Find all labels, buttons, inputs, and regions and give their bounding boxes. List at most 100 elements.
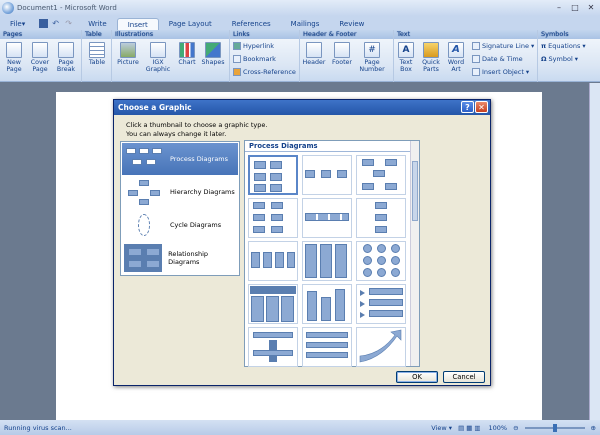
group-links: Links Hyperlink Bookmark Cross-Reference bbox=[230, 30, 300, 82]
dialog-title-bar[interactable]: Choose a Graphic bbox=[114, 100, 490, 115]
bookmark-button[interactable]: Bookmark bbox=[233, 55, 276, 63]
vertical-scrollbar[interactable] bbox=[589, 83, 600, 420]
diagram-thumbnail[interactable] bbox=[248, 155, 298, 195]
diagram-thumbnail[interactable] bbox=[248, 327, 298, 367]
group-illustrations-label: Illustrations bbox=[112, 30, 229, 39]
maximize-icon[interactable]: □ bbox=[568, 1, 582, 13]
chevron-down-icon: ▾ bbox=[582, 42, 586, 50]
tab-mailings[interactable]: Mailings bbox=[281, 18, 330, 30]
page-break-button[interactable]: Page Break bbox=[54, 42, 78, 73]
group-symbols-label: Symbols bbox=[538, 30, 600, 39]
relationship-thumbnail-icon bbox=[124, 244, 163, 272]
cancel-button[interactable]: Cancel bbox=[443, 371, 485, 383]
text-box-button[interactable]: A Text Box bbox=[394, 42, 418, 73]
symbol-button[interactable]: Ω Symbol ▾ bbox=[541, 55, 578, 63]
hyperlink-button[interactable]: Hyperlink bbox=[233, 42, 274, 50]
category-hierarchy[interactable]: Hierarchy Diagrams bbox=[122, 176, 238, 208]
igx-graphic-button[interactable]: IGX Graphic bbox=[146, 42, 170, 73]
group-text-label: Text bbox=[394, 30, 537, 39]
tab-insert[interactable]: Insert bbox=[116, 18, 159, 30]
diagram-thumbnail[interactable] bbox=[302, 198, 352, 238]
diagram-thumbnail[interactable] bbox=[248, 284, 298, 324]
footer-button[interactable]: Footer bbox=[330, 42, 354, 66]
diagram-thumbnail[interactable] bbox=[302, 155, 352, 195]
picture-button[interactable]: Picture bbox=[116, 42, 140, 66]
category-list: Process Diagrams Hierarchy Diagrams Cycl… bbox=[120, 141, 240, 276]
category-cycle[interactable]: Cycle Diagrams bbox=[122, 209, 238, 241]
table-button[interactable]: Table bbox=[85, 42, 109, 66]
diagram-thumbnail[interactable] bbox=[356, 155, 406, 195]
page-number-button[interactable]: # Page Number bbox=[359, 42, 385, 73]
rising-arrow-icon bbox=[359, 329, 402, 363]
cross-reference-button[interactable]: Cross-Reference bbox=[233, 68, 296, 76]
category-relationship[interactable]: Relationship Diagrams bbox=[122, 242, 238, 274]
new-page-button[interactable]: New Page bbox=[2, 42, 26, 73]
page-break-icon bbox=[58, 42, 74, 58]
diagram-thumbnail[interactable] bbox=[248, 241, 298, 281]
status-bar: Running virus scan... View ▾ ▤▦▥ 100% ⊖ … bbox=[0, 420, 600, 435]
view-menu[interactable]: View ▾ bbox=[431, 424, 452, 432]
close-icon[interactable]: ✕ bbox=[475, 101, 488, 113]
diagram-thumbnail[interactable] bbox=[302, 327, 352, 367]
zoom-slider[interactable] bbox=[524, 423, 585, 432]
tab-write[interactable]: Write bbox=[78, 18, 116, 30]
group-text: Text A Text Box Quick Parts A Word Art Sig… bbox=[394, 30, 538, 82]
diagram-thumbnail[interactable] bbox=[356, 327, 406, 367]
cover-page-button[interactable]: Cover Page bbox=[28, 42, 52, 73]
insert-object-button[interactable]: Insert Object ▾ bbox=[472, 68, 529, 76]
tab-review[interactable]: Review bbox=[329, 18, 374, 30]
zoom-in-icon[interactable]: ⊕ bbox=[591, 424, 596, 432]
cover-page-icon bbox=[32, 42, 48, 58]
group-links-label: Links bbox=[230, 30, 299, 39]
office-logo-icon[interactable] bbox=[2, 2, 14, 14]
group-header-footer: Header & Footer Header Footer # Page Numb… bbox=[300, 30, 394, 82]
gallery-heading: Process Diagrams bbox=[245, 141, 419, 152]
omega-icon: Ω bbox=[541, 55, 547, 63]
minimize-icon[interactable]: – bbox=[552, 1, 566, 13]
redo-icon[interactable]: ↷ bbox=[65, 19, 74, 28]
diagram-thumbnail[interactable] bbox=[356, 241, 406, 281]
date-time-icon bbox=[472, 55, 480, 63]
zoom-slider-thumb[interactable] bbox=[552, 423, 557, 432]
close-window-icon[interactable]: ✕ bbox=[584, 1, 598, 13]
chart-icon bbox=[179, 42, 195, 58]
process-thumbnail-icon bbox=[124, 145, 164, 173]
zoom-out-icon[interactable]: ⊖ bbox=[513, 424, 518, 432]
tab-file[interactable]: File ▾ bbox=[0, 18, 35, 30]
insert-object-icon bbox=[472, 68, 480, 76]
help-icon[interactable]: ? bbox=[461, 101, 474, 113]
word-art-button[interactable]: A Word Art bbox=[444, 42, 468, 73]
diagram-thumbnail[interactable] bbox=[248, 198, 298, 238]
chart-button[interactable]: Chart bbox=[175, 42, 199, 66]
header-icon bbox=[306, 42, 322, 58]
gallery-scrollbar[interactable] bbox=[410, 141, 419, 366]
category-process[interactable]: Process Diagrams bbox=[122, 143, 238, 175]
save-icon[interactable] bbox=[39, 18, 49, 28]
view-mode-icons[interactable]: ▤▦▥ bbox=[458, 424, 482, 432]
diagram-thumbnail[interactable] bbox=[302, 284, 352, 324]
table-icon bbox=[89, 42, 105, 58]
chevron-down-icon: ▾ bbox=[525, 68, 530, 76]
diagram-thumbnail[interactable] bbox=[356, 284, 406, 324]
scroll-thumb[interactable] bbox=[412, 161, 418, 221]
footer-icon bbox=[334, 42, 350, 58]
header-button[interactable]: Header bbox=[302, 42, 326, 66]
diagram-thumbnail[interactable] bbox=[302, 241, 352, 281]
tab-references[interactable]: References bbox=[222, 18, 281, 30]
cross-reference-icon bbox=[233, 68, 241, 76]
signature-line-button[interactable]: Signature Line ▾ bbox=[472, 42, 534, 50]
window-title: Document1 - Microsoft Word bbox=[17, 4, 117, 12]
tab-page-layout[interactable]: Page Layout bbox=[159, 18, 222, 30]
shapes-button[interactable]: Shapes bbox=[201, 42, 225, 66]
group-table-label: Table bbox=[82, 30, 111, 39]
quick-parts-button[interactable]: Quick Parts bbox=[419, 42, 443, 73]
undo-icon[interactable]: ↶ bbox=[52, 19, 61, 28]
equations-button[interactable]: π Equations ▾ bbox=[541, 42, 586, 50]
date-time-button[interactable]: Date & Time bbox=[472, 55, 523, 63]
group-pages: Pages New Page Cover Page Page Break bbox=[0, 30, 82, 82]
dialog-description: Click a thumbnail to choose a graphic ty… bbox=[126, 121, 268, 138]
word-art-icon: A bbox=[448, 42, 464, 58]
ok-button[interactable]: OK bbox=[396, 371, 438, 383]
diagram-thumbnail[interactable] bbox=[356, 198, 406, 238]
group-header-footer-label: Header & Footer bbox=[300, 30, 393, 39]
